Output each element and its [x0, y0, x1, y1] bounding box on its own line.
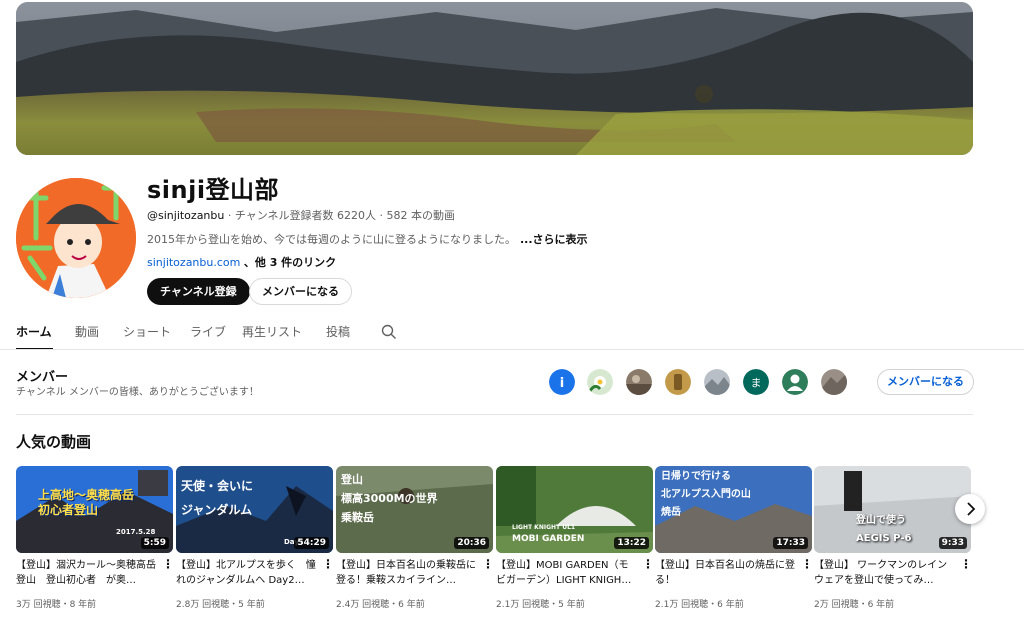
member-avatar[interactable]: [821, 369, 847, 395]
thumbnail-caption: 天使・会いに ジャンダルム: [181, 474, 253, 522]
video-duration: 5:59: [140, 537, 169, 549]
video-card[interactable]: 天使・会いに ジャンダルム Day2 54:29 【登山】北アルプスを歩く 憧れ…: [176, 466, 334, 610]
video-card[interactable]: 上高地〜奥穂高岳 初心者登山 2017.5.28 5:59 【登山】涸沢カール〜…: [16, 466, 174, 610]
thumbnail-date: 2017.5.28: [116, 528, 156, 536]
thumbnail-caption-text: 登山で使う AEGIS P-6: [856, 515, 912, 544]
video-more-actions-icon[interactable]: ⋮: [642, 558, 654, 570]
video-duration: 20:36: [454, 537, 489, 549]
carousel-next-button[interactable]: [955, 494, 985, 524]
thumbnail-sub-caption: LIGHT KNIGHT UL1: [512, 524, 576, 531]
channel-avatar[interactable]: [16, 178, 136, 298]
video-more-actions-icon[interactable]: ⋮: [482, 558, 494, 570]
video-stats: 2万 回視聴・6 年前: [814, 600, 895, 610]
video-thumbnail[interactable]: 上高地〜奥穂高岳 初心者登山 2017.5.28 5:59: [16, 466, 173, 553]
member-avatar[interactable]: [782, 369, 808, 395]
other-links-link[interactable]: 、他 3 件のリンク: [244, 256, 336, 269]
video-duration: 13:22: [614, 537, 649, 549]
channel-meta: @sinjitozanbu · チャンネル登録者数 6220人 · 582 本の…: [147, 207, 455, 223]
video-stats: 2.4万 回視聴・6 年前: [336, 600, 425, 610]
channel-avatar-illustration: [16, 178, 136, 298]
member-avatar[interactable]: [626, 369, 652, 395]
video-duration: 54:29: [294, 537, 329, 549]
member-avatar[interactable]: [587, 369, 613, 395]
member-avatar[interactable]: i: [549, 369, 575, 395]
channel-website-link[interactable]: sinjitozanbu.com: [147, 256, 240, 269]
tab-shorts[interactable]: ショート: [123, 323, 171, 340]
thumbnail-caption-text: 上高地〜奥穂高岳 初心者登山: [38, 488, 135, 517]
tab-posts[interactable]: 投稿: [326, 323, 350, 340]
video-title[interactable]: 【登山】MOBI GARDEN（モビガーデン）LIGHT KNIGH…: [496, 558, 638, 588]
video-stats: 2.8万 回視聴・5 年前: [176, 600, 265, 610]
members-subtitle: チャンネル メンバーの皆様、ありがとうございます！: [16, 387, 259, 398]
video-card[interactable]: 登山で使う AEGIS P-6 9:33 【登山】 ワークマンのレインウェアを登…: [814, 466, 972, 610]
tab-playlists[interactable]: 再生リスト: [242, 323, 302, 340]
video-card[interactable]: 登山 標高3000Mの世界 乗鞍岳 20:36 【登山】日本百名山の乗鞍岳に登る…: [336, 466, 494, 610]
member-avatar-letter: i: [560, 376, 564, 391]
video-duration: 9:33: [938, 537, 967, 549]
tab-live[interactable]: ライブ: [190, 323, 226, 340]
video-more-actions-icon[interactable]: ⋮: [801, 558, 813, 570]
channel-name: sinji登山部: [147, 176, 280, 204]
show-more-link[interactable]: ...さらに表示: [520, 233, 588, 246]
video-thumbnail[interactable]: 登山で使う AEGIS P-6 9:33: [814, 466, 971, 553]
video-card[interactable]: 日帰りで行ける 北アルプス入門の山 焼岳 17:33 【登山】日本百名山の焼岳に…: [655, 466, 813, 610]
member-avatar[interactable]: [665, 369, 691, 395]
thumbnail-caption-text: 天使・会いに ジャンダルム: [181, 479, 254, 517]
description-text: 2015年から登山を始め、今では毎週のように山に登るようになりました。: [147, 233, 516, 246]
video-duration: 17:33: [773, 537, 808, 549]
video-thumbnail[interactable]: 日帰りで行ける 北アルプス入門の山 焼岳 17:33: [655, 466, 812, 553]
thumbnail-caption: 登山で使う AEGIS P-6: [856, 512, 911, 548]
members-join-button[interactable]: メンバーになる: [877, 369, 974, 395]
video-thumbnail[interactable]: LIGHT KNIGHT UL1 MOBI GARDEN 13:22: [496, 466, 653, 553]
join-membership-button[interactable]: メンバーになる: [249, 278, 352, 305]
thumbnail-caption: 登山 標高3000Mの世界 乗鞍岳: [341, 470, 438, 527]
member-avatar[interactable]: ま: [743, 369, 769, 395]
video-title[interactable]: 【登山】日本百名山の焼岳に登る！: [655, 558, 797, 588]
video-card[interactable]: LIGHT KNIGHT UL1 MOBI GARDEN 13:22 【登山】M…: [496, 466, 654, 610]
channel-handle: @sinjitozanbu: [147, 209, 225, 222]
video-more-actions-icon[interactable]: ⋮: [960, 558, 972, 570]
thumbnail-caption: 上高地〜奥穂高岳 初心者登山: [38, 488, 134, 518]
channel-search-icon[interactable]: [381, 324, 397, 344]
chevron-right-icon: [967, 502, 976, 516]
tab-home[interactable]: ホーム: [16, 323, 52, 340]
thumbnail-caption: 日帰りで行ける 北アルプス入門の山 焼岳: [661, 468, 751, 522]
thumbnail-caption-text: 登山 標高3000Mの世界 乗鞍岳: [341, 473, 438, 524]
video-title[interactable]: 【登山】涸沢カール〜奥穂高岳登山 登山初心者 が奥…: [16, 558, 158, 588]
video-stats: 2.1万 回視聴・5 年前: [496, 600, 585, 610]
video-stats: 3万 回視聴・8 年前: [16, 600, 97, 610]
video-title[interactable]: 【登山】日本百名山の乗鞍岳に登る！乗鞍スカイライン…: [336, 558, 478, 588]
thumbnail-caption-text: 日帰りで行ける 北アルプス入門の山 焼岳: [661, 471, 751, 518]
member-avatar-letter: ま: [751, 377, 762, 390]
tab-videos[interactable]: 動画: [75, 323, 99, 340]
video-thumbnail[interactable]: 天使・会いに ジャンダルム Day2 54:29: [176, 466, 333, 553]
video-more-actions-icon[interactable]: ⋮: [162, 558, 174, 570]
tabs-divider: [0, 349, 1024, 350]
video-more-actions-icon[interactable]: ⋮: [322, 558, 334, 570]
video-title[interactable]: 【登山】北アルプスを歩く 憧れのジャンダルムへ Day2…: [176, 558, 318, 588]
video-stats: 2.1万 回視聴・6 年前: [655, 600, 744, 610]
subscribe-button[interactable]: チャンネル登録: [147, 278, 250, 305]
channel-links: sinjitozanbu.com 、他 3 件のリンク: [147, 254, 336, 270]
channel-description[interactable]: 2015年から登山を始め、今では毎週のように山に登るようになりました。 ...さら…: [147, 231, 588, 247]
video-title[interactable]: 【登山】 ワークマンのレインウェアを登山で使ってみ…: [814, 558, 956, 588]
popular-videos-heading: 人気の動画: [16, 433, 92, 451]
video-thumbnail[interactable]: 登山 標高3000Mの世界 乗鞍岳 20:36: [336, 466, 493, 553]
channel-stats: · チャンネル登録者数 6220人 · 582 本の動画: [224, 209, 455, 222]
channel-banner: [16, 2, 973, 155]
thumbnail-caption: MOBI GARDEN: [512, 534, 585, 544]
section-divider: [16, 414, 973, 415]
member-avatar[interactable]: [704, 369, 730, 395]
banner-landscape-image: [16, 2, 973, 155]
